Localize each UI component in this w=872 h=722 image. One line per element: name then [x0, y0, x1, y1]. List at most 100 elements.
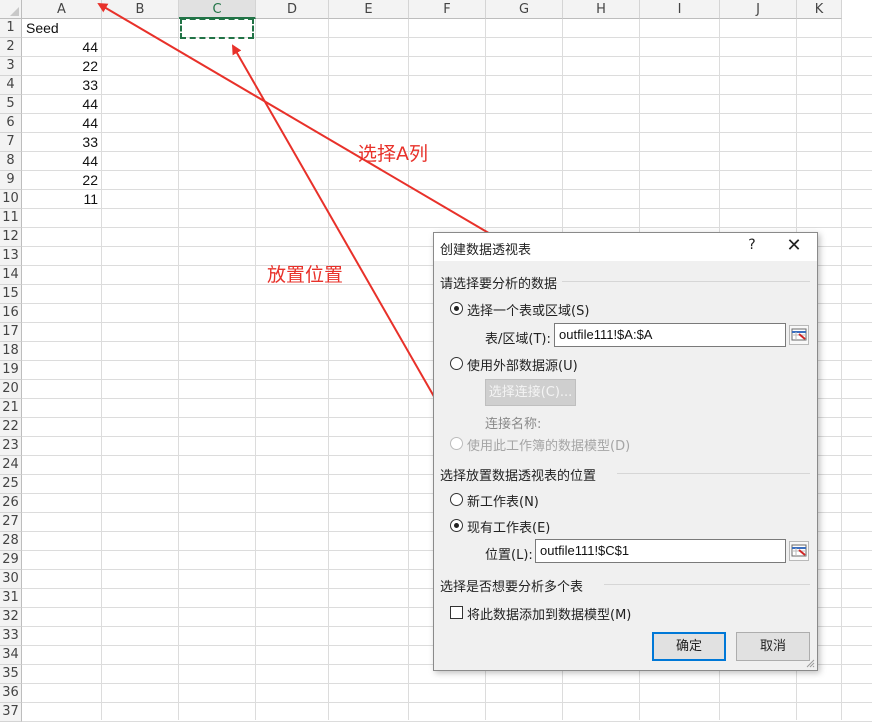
row-header-32[interactable]: 32: [0, 608, 22, 627]
cell-a6[interactable]: 44: [22, 114, 101, 133]
row-header-37[interactable]: 37: [0, 703, 22, 722]
grid-line: [408, 19, 409, 720]
radio-existing-sheet[interactable]: [450, 519, 463, 532]
row-header-35[interactable]: 35: [0, 665, 22, 684]
grid-line: [22, 37, 872, 38]
row-header-24[interactable]: 24: [0, 456, 22, 475]
ok-button[interactable]: 确定: [652, 632, 726, 661]
row-header-5[interactable]: 5: [0, 95, 22, 114]
column-header-e[interactable]: E: [329, 0, 409, 19]
select-all-corner[interactable]: [0, 0, 22, 19]
add-to-data-model-label[interactable]: 将此数据添加到数据模型(M): [467, 604, 631, 623]
location-input[interactable]: outfile111!$C$1: [535, 539, 786, 563]
location-label: 位置(L):: [485, 548, 533, 563]
column-header-j[interactable]: J: [720, 0, 797, 19]
cell-a7[interactable]: 33: [22, 133, 101, 152]
column-header-h[interactable]: H: [563, 0, 640, 19]
column-header-b[interactable]: B: [102, 0, 179, 19]
row-header-31[interactable]: 31: [0, 589, 22, 608]
row-header-19[interactable]: 19: [0, 361, 22, 380]
table-range-label: 表/区域(T):: [485, 332, 551, 347]
row-header-33[interactable]: 33: [0, 627, 22, 646]
column-header-a[interactable]: A: [22, 0, 102, 19]
add-to-data-model-checkbox[interactable]: [450, 606, 463, 619]
row-header-9[interactable]: 9: [0, 171, 22, 190]
row-header-28[interactable]: 28: [0, 532, 22, 551]
column-header-g[interactable]: G: [486, 0, 563, 19]
cell-a1[interactable]: Seed: [22, 19, 102, 38]
create-pivot-table-dialog: 创建数据透视表 ? ✕ 请选择要分析的数据 选择一个表或区域(S) 表/区域(T…: [433, 232, 818, 671]
row-header-10[interactable]: 10: [0, 190, 22, 209]
row-header-30[interactable]: 30: [0, 570, 22, 589]
annotation-select-column-a: 选择A列: [358, 143, 428, 165]
column-header-i[interactable]: I: [640, 0, 720, 19]
grid-line: [841, 19, 842, 720]
collapse-range-icon[interactable]: [789, 325, 809, 345]
row-header-22[interactable]: 22: [0, 418, 22, 437]
row-header-3[interactable]: 3: [0, 57, 22, 76]
grid-line: [22, 151, 872, 152]
row-header-2[interactable]: 2: [0, 38, 22, 57]
row-header-16[interactable]: 16: [0, 304, 22, 323]
row-header-11[interactable]: 11: [0, 209, 22, 228]
dialog-title: 创建数据透视表: [440, 243, 532, 258]
close-icon[interactable]: ✕: [783, 235, 805, 256]
radio-table-range[interactable]: [450, 302, 463, 315]
dialog-titlebar[interactable]: 创建数据透视表 ? ✕: [434, 233, 817, 261]
option-data-model-label: 使用此工作簿的数据模型(D): [467, 439, 631, 454]
radio-external-source[interactable]: [450, 357, 463, 370]
row-header-15[interactable]: 15: [0, 285, 22, 304]
grid-line: [22, 113, 872, 114]
row-header-26[interactable]: 26: [0, 494, 22, 513]
row-header-6[interactable]: 6: [0, 114, 22, 133]
row-header-36[interactable]: 36: [0, 684, 22, 703]
radio-new-sheet[interactable]: [450, 493, 463, 506]
cell-a5[interactable]: 44: [22, 95, 101, 114]
column-header-d[interactable]: D: [256, 0, 329, 19]
cell-a4[interactable]: 33: [22, 76, 101, 95]
grid-line: [22, 208, 872, 209]
row-header-17[interactable]: 17: [0, 323, 22, 342]
column-header-f[interactable]: F: [409, 0, 486, 19]
column-header-c[interactable]: C: [179, 0, 256, 19]
option-external-source-label[interactable]: 使用外部数据源(U): [467, 355, 578, 374]
grid-line: [22, 132, 872, 133]
section-choose-data: 请选择要分析的数据: [440, 277, 558, 292]
annotation-placement: 放置位置: [267, 264, 344, 286]
cell-a9[interactable]: 22: [22, 171, 101, 190]
option-table-range-label[interactable]: 选择一个表或区域(S): [467, 300, 589, 319]
option-new-sheet-label[interactable]: 新工作表(N): [467, 491, 539, 510]
row-header-13[interactable]: 13: [0, 247, 22, 266]
radio-data-model: [450, 437, 463, 450]
row-header-4[interactable]: 4: [0, 76, 22, 95]
grid-line: [22, 683, 872, 684]
cell-a3[interactable]: 22: [22, 57, 101, 76]
row-header-20[interactable]: 20: [0, 380, 22, 399]
collapse-location-icon[interactable]: [789, 541, 809, 561]
choose-connection-button: 选择连接(C)...: [485, 379, 576, 406]
grid-line: [22, 94, 872, 95]
section-multiple-tables: 选择是否想要分析多个表: [440, 580, 584, 595]
row-header-12[interactable]: 12: [0, 228, 22, 247]
column-header-k[interactable]: K: [797, 0, 842, 19]
row-header-14[interactable]: 14: [0, 266, 22, 285]
row-header-25[interactable]: 25: [0, 475, 22, 494]
row-header-27[interactable]: 27: [0, 513, 22, 532]
cell-a2[interactable]: 44: [22, 38, 101, 57]
row-header-21[interactable]: 21: [0, 399, 22, 418]
cancel-button[interactable]: 取消: [736, 632, 810, 661]
row-header-34[interactable]: 34: [0, 646, 22, 665]
help-icon[interactable]: ?: [745, 237, 759, 253]
row-header-7[interactable]: 7: [0, 133, 22, 152]
row-header-23[interactable]: 23: [0, 437, 22, 456]
row-header-8[interactable]: 8: [0, 152, 22, 171]
resize-grip-icon[interactable]: [805, 658, 815, 668]
divider: [562, 281, 810, 282]
option-existing-sheet-label[interactable]: 现有工作表(E): [467, 517, 550, 536]
row-header-18[interactable]: 18: [0, 342, 22, 361]
cell-a8[interactable]: 44: [22, 152, 101, 171]
row-header-1[interactable]: 1: [0, 19, 22, 38]
row-header-29[interactable]: 29: [0, 551, 22, 570]
cell-a10[interactable]: 11: [22, 190, 101, 209]
table-range-input[interactable]: outfile111!$A:$A: [554, 323, 786, 347]
